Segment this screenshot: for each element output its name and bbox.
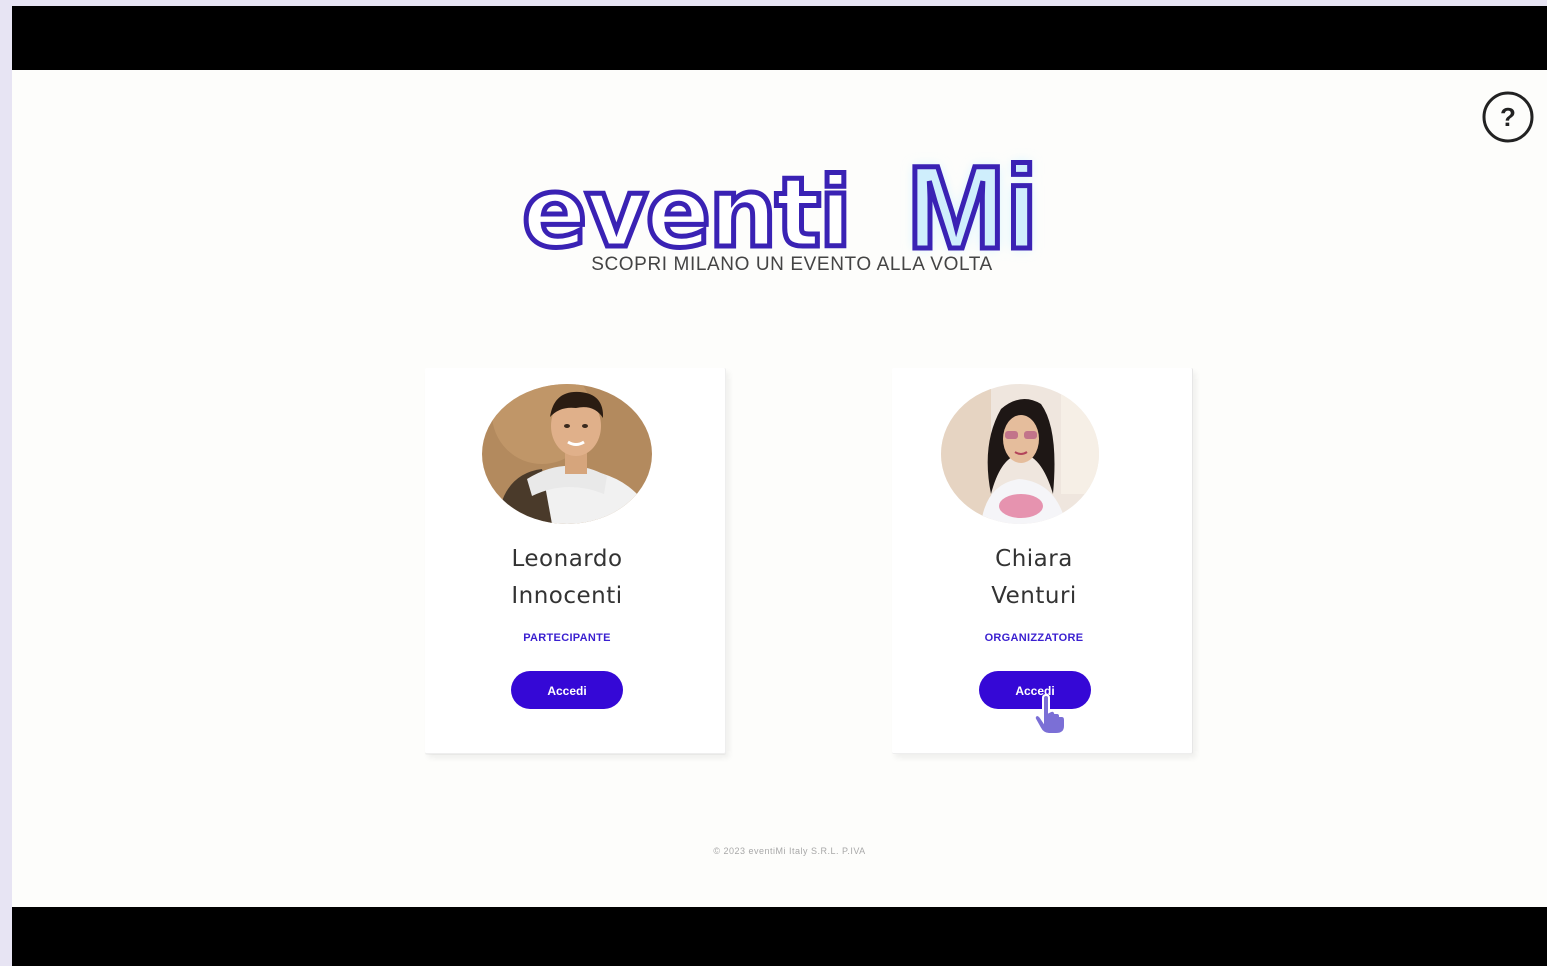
avatar xyxy=(482,384,652,524)
role-badge: PARTECIPANTE xyxy=(523,632,611,644)
app-frame: ? Mi eventi Mi SCOPRI MILANO UN EVENTO A… xyxy=(12,6,1547,966)
letterbox-bottom xyxy=(12,907,1547,966)
hand-cursor-icon xyxy=(1032,693,1068,736)
svg-text:?: ? xyxy=(1500,102,1516,132)
logo-word-eventi: eventi xyxy=(522,157,850,269)
login-button-participant[interactable]: Accedi xyxy=(511,671,623,709)
eventimi-logo: Mi eventi Mi SCOPRI MILANO UN EVENTO ALL… xyxy=(512,128,1072,278)
profile-name: Leonardo Innocenti xyxy=(511,546,623,609)
letterbox-top xyxy=(12,6,1547,70)
footer-copyright: © 2023 eventiMi Italy S.R.L. P.IVA xyxy=(713,846,866,856)
role-badge: ORGANIZZATORE xyxy=(984,632,1084,644)
logo-tagline: SCOPRI MILANO UN EVENTO ALLA VOLTA xyxy=(591,254,993,275)
help-button[interactable]: ? xyxy=(1481,90,1535,144)
profile-card-participant: Leonardo Innocenti PARTECIPANTE Accedi xyxy=(425,368,726,754)
help-icon: ? xyxy=(1482,91,1534,143)
avatar xyxy=(941,384,1099,524)
profile-name: Chiara Venturi xyxy=(991,546,1077,609)
